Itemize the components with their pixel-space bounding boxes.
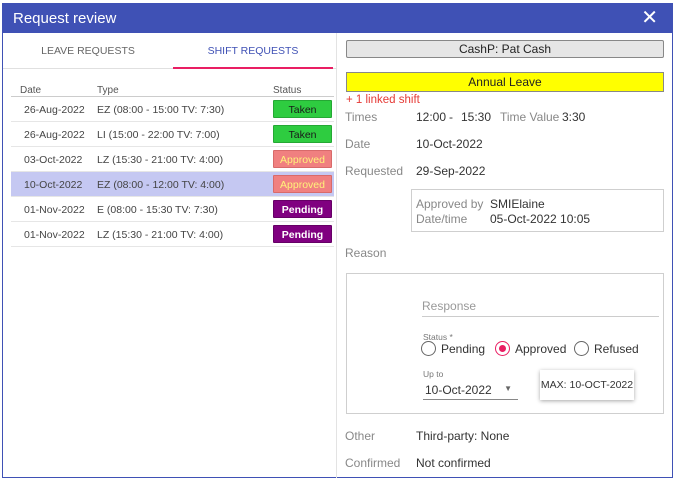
header-status: Status [273, 85, 302, 96]
other-value: Third-party: None [416, 429, 510, 443]
row-type: LZ (15:30 - 21:00 TV: 4:00) [97, 229, 224, 241]
up-to-value: 10-Oct-2022 [425, 383, 492, 397]
chevron-down-icon: ▼ [504, 384, 512, 393]
dialog-titlebar: Request review ✕ [3, 4, 672, 33]
requests-pane: LEAVE REQUESTS SHIFT REQUESTS Date Type … [3, 33, 337, 478]
request-tabs: LEAVE REQUESTS SHIFT REQUESTS [3, 33, 337, 69]
row-date: 26-Aug-2022 [24, 129, 85, 141]
row-type: E (08:00 - 15:30 TV: 7:30) [97, 204, 218, 216]
request-detail-pane: CashP: Pat Cash Annual Leave + 1 linked … [338, 33, 672, 478]
time-value: 3:30 [562, 110, 586, 124]
status-badge: Approved [273, 150, 332, 168]
confirmed-value: Not confirmed [416, 456, 491, 470]
table-row[interactable]: 03-Oct-2022 LZ (15:30 - 21:00 TV: 4:00) … [11, 147, 334, 172]
response-panel: Status * Pending Approved Refused Up to … [346, 273, 664, 414]
approved-by-label: Approved by [416, 197, 484, 211]
status-radio-pending[interactable]: Pending [421, 341, 491, 357]
up-to-date-select[interactable]: 10-Oct-2022 ▼ [423, 380, 518, 400]
date-value: 10-Oct-2022 [416, 137, 483, 151]
header-date: Date [20, 85, 42, 96]
date-label: Date [345, 137, 371, 151]
row-type: EZ (08:00 - 15:00 TV: 7:30) [97, 104, 225, 116]
radio-label: Refused [594, 342, 639, 356]
row-date: 10-Oct-2022 [24, 179, 83, 191]
row-date: 01-Nov-2022 [24, 204, 85, 216]
table-row-selected[interactable]: 10-Oct-2022 EZ (08:00 - 12:00 TV: 4:00) … [11, 172, 334, 197]
table-row[interactable]: 01-Nov-2022 LZ (15:30 - 21:00 TV: 4:00) … [11, 222, 334, 247]
approval-info-box: Approved by SMIElaine Date/time 05-Oct-2… [411, 189, 664, 232]
linked-shift-link[interactable]: + 1 linked shift [346, 94, 420, 106]
status-badge: Approved [273, 175, 332, 193]
table-header: Date Type Status [11, 85, 334, 97]
row-type: EZ (08:00 - 12:00 TV: 4:00) [97, 179, 225, 191]
time-start: 12:00 [416, 110, 447, 124]
requests-table: Date Type Status 26-Aug-2022 EZ (08:00 -… [11, 85, 334, 247]
time-separator: - [449, 110, 453, 124]
approved-by-value: SMIElaine [490, 197, 545, 211]
table-row[interactable]: 01-Nov-2022 E (08:00 - 15:30 TV: 7:30) P… [11, 197, 334, 222]
row-type: LZ (15:30 - 21:00 TV: 4:00) [97, 154, 224, 166]
status-badge: Pending [273, 200, 332, 218]
datetime-label: Date/time [416, 212, 468, 226]
other-label: Other [345, 429, 376, 443]
status-radio-approved[interactable]: Approved [495, 341, 570, 357]
dialog-title: Request review [13, 10, 117, 27]
time-end: 15:30 [461, 110, 492, 124]
row-date: 26-Aug-2022 [24, 104, 85, 116]
confirmed-label: Confirmed [345, 456, 401, 470]
table-row[interactable]: 26-Aug-2022 EZ (08:00 - 15:00 TV: 7:30) … [11, 97, 334, 122]
max-date-tooltip: MAX: 10-OCT-2022 [540, 370, 634, 400]
reason-label: Reason [345, 246, 387, 260]
radio-label: Approved [515, 342, 567, 356]
radio-unchecked-icon [421, 341, 436, 356]
status-badge: Pending [273, 225, 332, 243]
up-to-label: Up to [423, 369, 444, 379]
requested-value: 29-Sep-2022 [416, 164, 486, 178]
status-radio-refused[interactable]: Refused [574, 341, 644, 357]
response-input[interactable] [422, 295, 659, 317]
times-label: Times [345, 110, 378, 124]
tab-leave-requests[interactable]: LEAVE REQUESTS [3, 33, 173, 69]
request-review-dialog: Request review ✕ LEAVE REQUESTS SHIFT RE… [2, 3, 673, 478]
header-type: Type [97, 85, 119, 96]
time-value-label: Time Value [500, 110, 560, 124]
employee-button[interactable]: CashP: Pat Cash [346, 40, 664, 58]
active-tab-indicator [173, 67, 333, 69]
row-date: 01-Nov-2022 [24, 229, 85, 241]
status-badge: Taken [273, 100, 332, 118]
row-type: LI (15:00 - 22:00 TV: 7:00) [97, 129, 220, 141]
radio-unchecked-icon [574, 341, 589, 356]
requested-label: Requested [345, 164, 404, 178]
row-date: 03-Oct-2022 [24, 154, 83, 166]
datetime-value: 05-Oct-2022 10:05 [490, 212, 591, 226]
table-row[interactable]: 26-Aug-2022 LI (15:00 - 22:00 TV: 7:00) … [11, 122, 334, 147]
radio-label: Pending [441, 342, 486, 356]
status-badge: Taken [273, 125, 332, 143]
tab-shift-requests[interactable]: SHIFT REQUESTS [173, 33, 333, 69]
close-icon[interactable]: ✕ [641, 7, 658, 29]
leave-type-banner: Annual Leave [346, 72, 664, 92]
